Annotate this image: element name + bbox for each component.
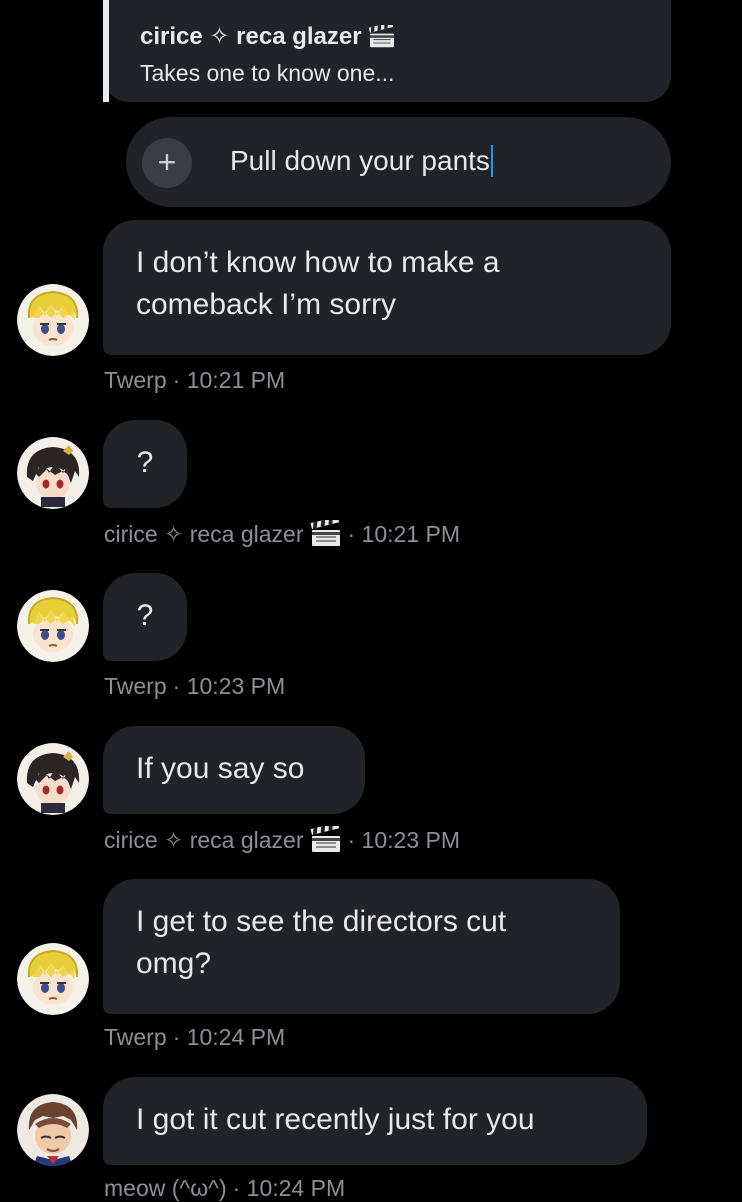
clapperboard-icon xyxy=(310,826,342,854)
quoted-message-author: cirice ✧ reca glazer xyxy=(140,22,396,51)
message-bubble[interactable]: If you say so xyxy=(103,726,365,814)
message-meta: Twerp · 10:21 PM xyxy=(104,367,286,393)
quote-accent-bar xyxy=(103,0,109,102)
blonde-avatar[interactable] xyxy=(17,284,89,356)
message-meta: cirice ✧ reca glazer · 10:21 PM xyxy=(104,520,460,548)
message-input[interactable]: Pull down your pants xyxy=(230,145,493,177)
message-meta: Twerp · 10:24 PM xyxy=(104,1024,286,1050)
message-meta: Twerp · 10:23 PM xyxy=(104,673,286,699)
message-bubble[interactable]: ? xyxy=(103,420,187,508)
quoted-message-text: Takes one to know one... xyxy=(140,60,395,86)
dark-hair-avatar[interactable] xyxy=(17,743,89,815)
blonde-avatar[interactable] xyxy=(17,943,89,1015)
add-attachment-button[interactable]: + xyxy=(142,138,192,188)
message-bubble[interactable]: ? xyxy=(103,573,187,661)
message-meta: cirice ✧ reca glazer · 10:23 PM xyxy=(104,826,460,854)
message-meta: meow (^ω^) · 10:24 PM xyxy=(104,1175,346,1201)
text-caret xyxy=(490,145,493,177)
brown-hair-avatar[interactable] xyxy=(17,1094,89,1166)
message-bubble[interactable]: I don’t know how to make a comeback I’m … xyxy=(103,220,671,355)
message-bubble[interactable]: I got it cut recently just for you xyxy=(103,1077,647,1165)
clapperboard-icon xyxy=(310,520,342,548)
clapperboard-icon xyxy=(368,25,396,49)
blonde-avatar[interactable] xyxy=(17,590,89,662)
message-bubble[interactable]: I get to see the directors cut omg? xyxy=(103,879,620,1014)
plus-icon: + xyxy=(157,144,177,180)
dark-hair-avatar[interactable] xyxy=(17,437,89,509)
